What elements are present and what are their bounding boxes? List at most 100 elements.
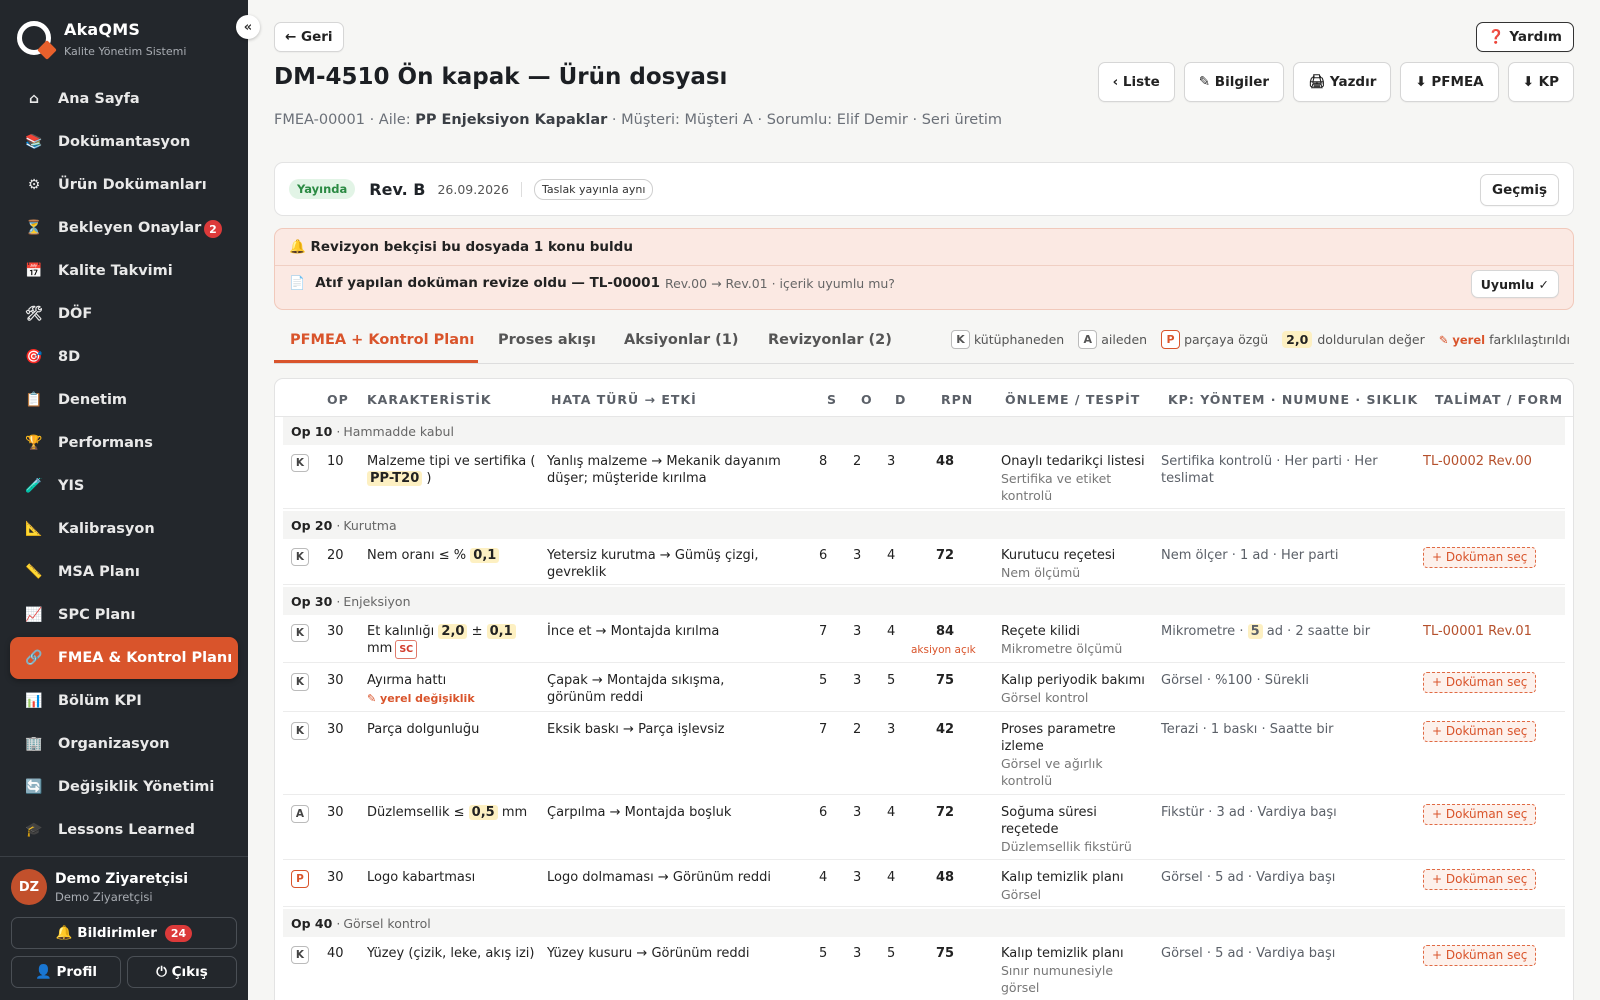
control-plan-cell[interactable]: Görsel · %100 · Sürekli (1161, 672, 1406, 689)
select-document-button[interactable]: + Doküman seç (1423, 672, 1537, 693)
instruction-link[interactable]: TL-00002 Rev.00 (1423, 454, 1532, 469)
download-kp-button[interactable]: ⬇ KP (1507, 62, 1574, 102)
control-plan-cell[interactable]: Nem ölçer · 1 ad · Her parti (1161, 547, 1406, 564)
notifications-button[interactable]: 🔔 Bildirimler 24 (11, 917, 237, 949)
rating-o[interactable]: 2 (853, 721, 861, 738)
sidebar-item-10[interactable]: 📐 Kalibrasyon (10, 508, 238, 550)
control-plan-cell[interactable]: Fikstür · 3 ad · Vardiya başı (1161, 804, 1406, 821)
history-button[interactable]: Geçmiş (1480, 174, 1559, 206)
sidebar-item-3[interactable]: ⏳ Bekleyen Onaylar 2 (10, 207, 238, 249)
sidebar-item-8[interactable]: 🏆 Performans (10, 422, 238, 464)
avatar[interactable]: DZ (11, 869, 47, 905)
instruction-link[interactable]: TL-00001 Rev.01 (1423, 624, 1532, 639)
download-pfmea-button[interactable]: ⬇ PFMEA (1400, 62, 1499, 102)
characteristic-cell[interactable]: Nem oranı ≤ % 0,1 (367, 547, 537, 564)
rating-s[interactable]: 8 (819, 453, 827, 470)
rating-d[interactable]: 3 (887, 453, 895, 470)
characteristic-cell[interactable]: Düzlemsellik ≤ 0,5 mm (367, 804, 537, 821)
info-button[interactable]: ✎ Bilgiler (1183, 62, 1285, 102)
tab-process-flow[interactable]: Proses akışı (498, 332, 596, 348)
characteristic-cell[interactable]: Yüzey (çizik, leke, akış izi) (367, 945, 537, 962)
prevention-detection-cell[interactable]: Kalıp periyodik bakımı Görsel kontrol (1001, 672, 1151, 706)
tab-revisions[interactable]: Revizyonlar (2) (768, 332, 892, 348)
sidebar-item-1[interactable]: 📚 Dokümantasyon (10, 121, 238, 163)
sidebar-item-13[interactable]: 🔗 FMEA & Kontrol Planı (10, 637, 238, 679)
prevention-detection-cell[interactable]: Proses parametre izleme Görsel ve ağırlık… (1001, 721, 1151, 789)
characteristic-cell[interactable]: Malzeme tipi ve sertifika ( PP-T20 ) (367, 453, 537, 487)
prevention-detection-cell[interactable]: Kurutucu reçetesi Nem ölçümü (1001, 547, 1151, 581)
control-plan-cell[interactable]: Sertifika kontrolü · Her parti · Her tes… (1161, 453, 1406, 487)
sidebar-item-5[interactable]: 🛠 DÖF (10, 293, 238, 335)
rating-d[interactable]: 4 (887, 547, 895, 564)
sidebar-item-15[interactable]: 🏢 Organizasyon (10, 723, 238, 765)
sidebar-item-4[interactable]: 📅 Kalite Takvimi (10, 250, 238, 292)
sidebar-item-2[interactable]: ⚙ Ürün Dokümanları (10, 164, 238, 206)
rating-d[interactable]: 5 (887, 672, 895, 689)
rating-s[interactable]: 6 (819, 804, 827, 821)
rating-o[interactable]: 3 (853, 804, 861, 821)
filled-value[interactable]: 2,0 (438, 624, 468, 639)
filled-value[interactable]: 0,1 (470, 548, 500, 563)
rating-s[interactable]: 7 (819, 623, 827, 640)
rating-o[interactable]: 3 (853, 869, 861, 886)
sidebar-item-12[interactable]: 📈 SPC Planı (10, 594, 238, 636)
sidebar-item-6[interactable]: 🎯 8D (10, 336, 238, 378)
rating-s[interactable]: 7 (819, 721, 827, 738)
sidebar-item-7[interactable]: 📋 Denetim (10, 379, 238, 421)
collapse-sidebar-button[interactable]: « (236, 15, 260, 39)
control-plan-cell[interactable]: Terazi · 1 baskı · Saatte bir (1161, 721, 1406, 738)
filled-value[interactable]: PP-T20 (367, 471, 423, 486)
rating-s[interactable]: 6 (819, 547, 827, 564)
rating-o[interactable]: 3 (853, 623, 861, 640)
characteristic-cell[interactable]: Parça dolgunluğu (367, 721, 537, 738)
select-document-button[interactable]: + Doküman seç (1423, 721, 1537, 742)
select-document-button[interactable]: + Doküman seç (1423, 547, 1537, 568)
sidebar-item-9[interactable]: 🧪 YIS (10, 465, 238, 507)
profile-button[interactable]: 👤 Profil (11, 956, 121, 988)
rating-d[interactable]: 3 (887, 721, 895, 738)
prevention-detection-cell[interactable]: Kalıp temizlik planı Görsel (1001, 869, 1151, 903)
rating-s[interactable]: 5 (819, 945, 827, 962)
select-document-button[interactable]: + Doküman seç (1423, 945, 1537, 966)
filled-value[interactable]: 0,1 (486, 624, 516, 639)
mark-compatible-button[interactable]: Uyumlu ✓ (1470, 270, 1559, 298)
prevention-detection-cell[interactable]: Reçete kilidi Mikrometre ölçümü (1001, 623, 1151, 657)
select-document-button[interactable]: + Doküman seç (1423, 869, 1537, 890)
characteristic-cell[interactable]: Logo kabartması (367, 869, 537, 886)
prevention-detection-cell[interactable]: Soğuma süresi reçetede Düzlemsellik fikst… (1001, 804, 1151, 855)
rating-o[interactable]: 3 (853, 672, 861, 689)
help-button[interactable]: ❓ Yardım (1475, 22, 1574, 52)
rating-o[interactable]: 3 (853, 945, 861, 962)
rating-d[interactable]: 4 (887, 869, 895, 886)
sidebar-item-11[interactable]: 📏 MSA Planı (10, 551, 238, 593)
print-button[interactable]: 🖨 Yazdır (1293, 62, 1392, 102)
op-number: Op 20 (291, 517, 333, 533)
control-plan-cell[interactable]: Görsel · 5 ad · Vardiya başı (1161, 945, 1406, 962)
back-button[interactable]: ← Geri (274, 22, 344, 52)
filled-value[interactable]: 5 (1247, 624, 1263, 639)
rating-s[interactable]: 5 (819, 672, 827, 689)
rating-d[interactable]: 5 (887, 945, 895, 962)
sidebar-item-17[interactable]: 🎓 Lessons Learned (10, 809, 238, 851)
filled-value[interactable]: 0,5 (468, 805, 498, 820)
rating-d[interactable]: 4 (887, 623, 895, 640)
control-plan-cell[interactable]: Görsel · 5 ad · Vardiya başı (1161, 869, 1406, 886)
sidebar-item-16[interactable]: 🔄 Değişiklik Yönetimi (10, 766, 238, 808)
characteristic-cell[interactable]: Et kalınlığı 2,0 ± 0,1 mm SC (367, 623, 537, 659)
prevention-detection-cell[interactable]: Onaylı tedarikçi listesi Sertifika ve eti… (1001, 453, 1151, 504)
rating-o[interactable]: 2 (853, 453, 861, 470)
tab-actions[interactable]: Aksiyonlar (1) (624, 332, 739, 348)
rating-d[interactable]: 4 (887, 804, 895, 821)
tab-pfmea-control-plan[interactable]: PFMEA + Kontrol Planı (290, 332, 474, 348)
sidebar-item-14[interactable]: 📊 Bölüm KPI (10, 680, 238, 722)
select-document-button[interactable]: + Doküman seç (1423, 804, 1537, 825)
sidebar-item-0[interactable]: ⌂ Ana Sayfa (10, 78, 238, 120)
prevention-detection-cell[interactable]: Kalıp temizlik planı Sınır numunesiyle gö… (1001, 945, 1151, 996)
brand[interactable]: AkaQMS Kalite Yönetim Sistemi (0, 0, 248, 78)
rating-s[interactable]: 4 (819, 869, 827, 886)
list-button[interactable]: ‹ Liste (1097, 62, 1175, 102)
logout-button[interactable]: ⏻ Çıkış (127, 956, 237, 988)
rating-o[interactable]: 3 (853, 547, 861, 564)
control-plan-cell[interactable]: Mikrometre · 5 ad · 2 saatte bir (1161, 623, 1406, 640)
characteristic-cell[interactable]: Ayırma hattı ✎ yerel değişiklik (367, 672, 537, 707)
